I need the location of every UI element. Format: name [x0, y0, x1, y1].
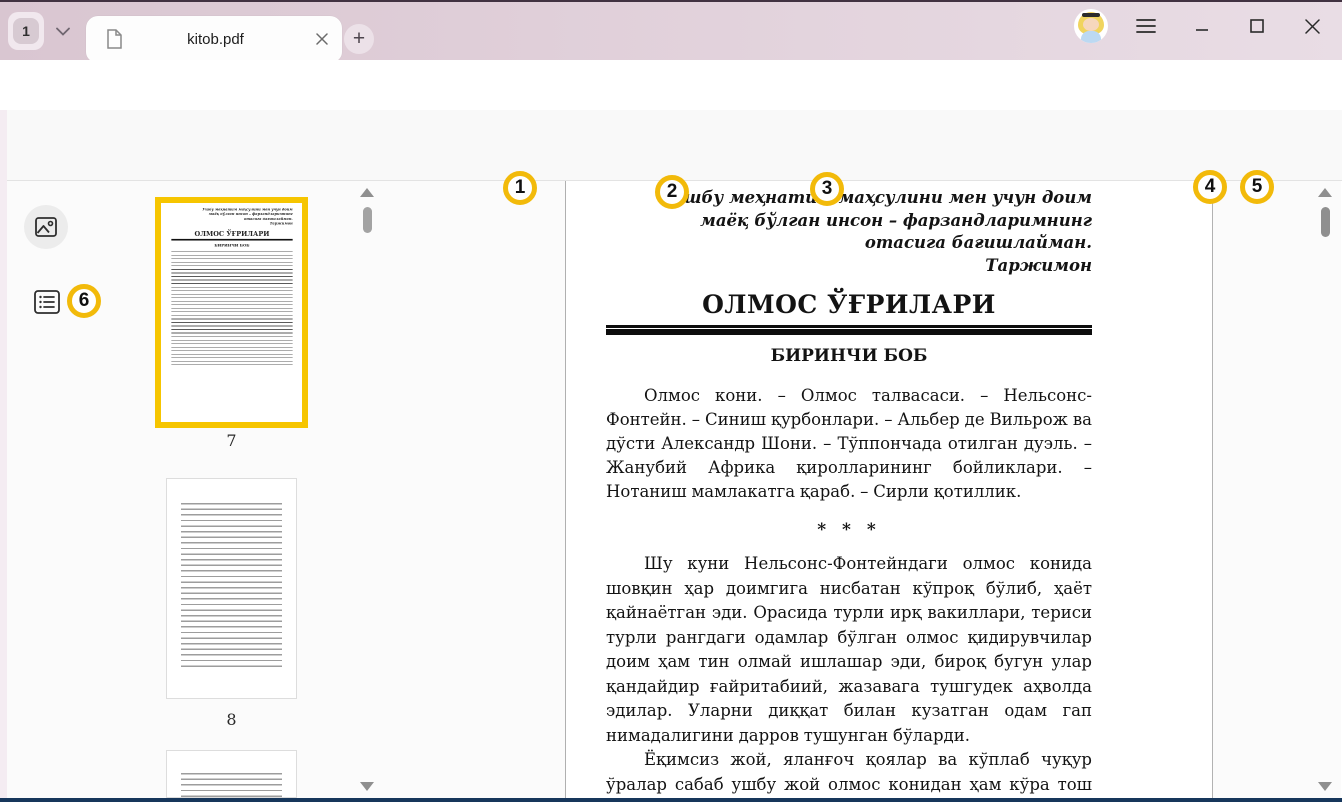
- thumbnail-page-9[interactable]: [166, 750, 297, 798]
- pdf-page: Ушбу меҳнатим маҳсулини мен учун доим ма…: [565, 181, 1213, 798]
- section-separator: * * *: [606, 520, 1092, 540]
- thumbnail-text-lines: [171, 251, 292, 365]
- thumbnail-text-lines: [181, 773, 282, 797]
- paragraph: Ёқимсиз жой, яланғоч қоялар ва кўплаб чу…: [606, 748, 1092, 798]
- new-tab-button[interactable]: +: [344, 24, 374, 54]
- callout-2-zoom-controls: 2: [655, 175, 689, 209]
- address-bar-row: Я file:///C:/1/kitob.pdf Chop etish ⋮: [0, 60, 1342, 110]
- avatar-headband: [1082, 13, 1100, 17]
- thumbnail-label-7: 7: [155, 431, 308, 450]
- thumb-scrollbar-up-arrow[interactable]: [360, 188, 374, 197]
- thumbnail-page-8[interactable]: [166, 478, 297, 699]
- thumb-scrollbar-down-arrow[interactable]: [360, 782, 374, 791]
- browser-menu-icon[interactable]: [1129, 9, 1163, 43]
- paragraph: Шу куни Нельсонс-Фонтейндаги олмос конид…: [606, 552, 1092, 748]
- tab-group-chevron-down-icon[interactable]: [52, 20, 74, 42]
- browser-window: 1 kitob.pdf +: [0, 0, 1342, 802]
- tab-group-count: 1: [13, 18, 39, 44]
- pdf-file-icon: [106, 29, 123, 49]
- chapter-summary: Олмос кони. – Олмос талвасаси. – Нельсон…: [606, 384, 1092, 504]
- avatar-face: [1083, 18, 1099, 31]
- pdf-viewer: Ушбу меҳнатим маҳсулини мен учун доим ма…: [7, 181, 1341, 798]
- window-maximize-button[interactable]: [1240, 9, 1274, 43]
- pdf-toolbar: kitob.pdf / 568 − 100% + ⋮: [0, 110, 1342, 181]
- image-icon: [34, 215, 58, 239]
- thumbnail-page-7[interactable]: Ушбу меҳнатим маҳсулини мен учун доим ма…: [155, 197, 308, 428]
- epigraph-signature: Таржимон: [606, 255, 1092, 278]
- main-scrollbar-down-arrow[interactable]: [1318, 782, 1332, 791]
- tab-close-icon[interactable]: [308, 25, 336, 53]
- callout-3-rotate: 3: [810, 172, 844, 206]
- chapter-heading: БИРИНЧИ БОБ: [606, 346, 1092, 366]
- window-close-button[interactable]: [1295, 9, 1329, 43]
- callout-6-outline: 6: [67, 284, 101, 318]
- main-scrollbar-up-arrow[interactable]: [1318, 188, 1332, 197]
- thumb-scrollbar-thumb[interactable]: [363, 207, 372, 233]
- avatar-body: [1081, 31, 1101, 43]
- tab-group-button[interactable]: 1: [8, 12, 44, 50]
- tab-title: kitob.pdf: [123, 31, 308, 48]
- window-left-edge: [0, 110, 7, 798]
- profile-avatar[interactable]: [1074, 9, 1108, 43]
- table-of-contents-icon: [34, 290, 60, 314]
- window-minimize-button[interactable]: [1185, 9, 1219, 43]
- main-scrollbar-thumb[interactable]: [1321, 207, 1330, 237]
- book-title: ОЛМОС ЎҒРИЛАРИ: [606, 290, 1092, 319]
- thumbnail-text-lines: [181, 503, 282, 671]
- outline-view-button[interactable]: [33, 289, 61, 315]
- callout-4-download: 4: [1193, 170, 1227, 204]
- window-bottom-edge: [0, 798, 1342, 802]
- callout-5-print: 5: [1240, 170, 1274, 204]
- callout-1-page-number: 1: [503, 171, 537, 205]
- tab-strip: 1 kitob.pdf +: [0, 2, 1342, 60]
- thumbnail-label-8: 8: [155, 710, 308, 729]
- tab-kitob-pdf[interactable]: kitob.pdf: [86, 16, 342, 62]
- thumbnails-view-button[interactable]: [24, 205, 68, 249]
- title-rule: [606, 325, 1092, 328]
